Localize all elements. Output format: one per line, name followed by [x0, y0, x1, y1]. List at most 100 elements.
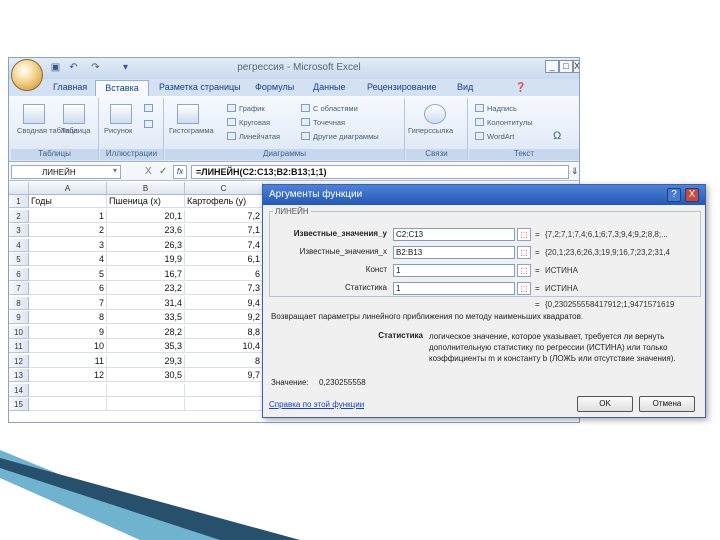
hyperlink-icon[interactable] [424, 104, 446, 124]
cell-b9[interactable]: 33,5 [107, 311, 185, 324]
cell-c13[interactable]: 9,7 [185, 369, 263, 382]
name-box[interactable]: ЛИНЕЙН [11, 165, 121, 179]
cell-a9[interactable]: 8 [29, 311, 107, 324]
symbol-icon[interactable]: Ω [553, 130, 561, 142]
arg-known-x-input[interactable]: B2:B13 [393, 246, 515, 259]
cell-b8[interactable]: 31,4 [107, 296, 185, 310]
cell-a10[interactable]: 9 [29, 325, 107, 339]
cancel-entry-icon[interactable]: X [145, 166, 152, 177]
redo-icon[interactable]: ↷ [89, 61, 102, 74]
row-header[interactable]: 11 [9, 340, 29, 353]
row-header[interactable]: 10 [9, 325, 29, 339]
cell-b4[interactable]: 26,3 [107, 238, 185, 252]
cell-c4[interactable]: 7,4 [185, 238, 263, 252]
cell-a11[interactable]: 10 [29, 340, 107, 353]
row-header[interactable]: 12 [9, 354, 29, 368]
cell-b14[interactable] [107, 383, 185, 397]
cell-b11[interactable]: 35,3 [107, 340, 185, 353]
cell-a6[interactable]: 5 [29, 267, 107, 281]
table-icon[interactable] [63, 104, 85, 124]
row-header[interactable]: 1 [9, 195, 29, 208]
column-header[interactable]: C [185, 182, 263, 195]
cell-a1[interactable]: Годы [29, 195, 107, 208]
cell-b10[interactable]: 28,2 [107, 325, 185, 339]
cell-c3[interactable]: 7,1 [185, 224, 263, 237]
cell-c2[interactable]: 7,2 [185, 209, 263, 223]
area-chart-icon[interactable] [301, 104, 310, 112]
row-header[interactable]: 6 [9, 267, 29, 281]
cell-b7[interactable]: 23,2 [107, 282, 185, 295]
column-chart-icon[interactable] [177, 104, 199, 124]
cell-b13[interactable]: 30,5 [107, 369, 185, 382]
scatter-chart-icon[interactable] [301, 118, 310, 126]
cell-a13[interactable]: 12 [29, 369, 107, 382]
row-header[interactable]: 4 [9, 238, 29, 252]
row-header[interactable]: 14 [9, 383, 29, 397]
cell-a2[interactable]: 1 [29, 209, 107, 223]
cell-c14[interactable] [185, 383, 263, 397]
header-footer-icon[interactable] [475, 118, 484, 126]
customize-toolbar-icon[interactable]: ▾ [119, 61, 132, 74]
cell-b1[interactable]: Пшеница (x) [107, 195, 185, 208]
expand-formula-icon[interactable]: ⇓ [571, 166, 579, 177]
cell-c12[interactable]: 8 [185, 354, 263, 368]
function-help-link[interactable]: Справка по этой функции [269, 400, 364, 409]
cell-c7[interactable]: 7,3 [185, 282, 263, 295]
line-chart-icon[interactable] [227, 104, 236, 112]
collapse-dialog-icon[interactable]: ⬚ [517, 282, 531, 295]
cell-a14[interactable] [29, 383, 107, 397]
cell-a4[interactable]: 3 [29, 238, 107, 252]
row-header[interactable]: 7 [9, 282, 29, 295]
collapse-dialog-icon[interactable]: ⬚ [517, 264, 531, 277]
office-button[interactable] [11, 59, 43, 91]
dialog-help-button[interactable]: ? [667, 188, 681, 202]
name-box-dropdown-icon[interactable]: ▾ [113, 166, 117, 175]
cell-c8[interactable]: 9,4 [185, 296, 263, 310]
insert-function-button[interactable]: fx [173, 165, 187, 179]
column-header[interactable]: B [107, 182, 185, 195]
cell-b15[interactable] [107, 398, 185, 411]
tab-data[interactable]: Данные [313, 82, 346, 92]
cell-c11[interactable]: 10,4 [185, 340, 263, 353]
other-charts-icon[interactable] [301, 132, 310, 140]
tab-view[interactable]: Вид [457, 82, 473, 92]
cell-b2[interactable]: 20,1 [107, 209, 185, 223]
cell-b3[interactable]: 23,6 [107, 224, 185, 237]
help-icon[interactable]: ❓ [515, 82, 526, 93]
close-button[interactable]: X [573, 60, 579, 73]
cell-a3[interactable]: 2 [29, 224, 107, 237]
pivot-table-icon[interactable] [23, 104, 45, 124]
cell-c10[interactable]: 8,8 [185, 325, 263, 339]
maximize-button[interactable]: □ [559, 60, 573, 73]
cell-c5[interactable]: 6,1 [185, 253, 263, 266]
cancel-button[interactable]: Отмена [639, 396, 695, 412]
confirm-entry-icon[interactable]: ✓ [159, 166, 167, 177]
cell-a7[interactable]: 6 [29, 282, 107, 295]
cell-c1[interactable]: Картофель (y) [185, 195, 263, 208]
bar-chart-icon[interactable] [227, 132, 236, 140]
textbox-icon[interactable] [475, 104, 484, 112]
row-header[interactable]: 2 [9, 209, 29, 223]
cell-a12[interactable]: 11 [29, 354, 107, 368]
column-header[interactable]: A [29, 182, 107, 195]
picture-icon[interactable] [110, 104, 132, 124]
undo-icon[interactable]: ↶ [67, 61, 80, 74]
cell-c15[interactable] [185, 398, 263, 411]
dialog-close-button[interactable]: X [685, 188, 699, 202]
cell-c6[interactable]: 6 [185, 267, 263, 281]
formula-input[interactable]: =ЛИНЕЙН(C2:C13;B2:B13;1;1) [191, 165, 569, 179]
shapes-icon[interactable] [144, 120, 153, 128]
collapse-dialog-icon[interactable]: ⬚ [517, 246, 531, 259]
clipart-icon[interactable] [144, 104, 153, 112]
cell-b5[interactable]: 19,9 [107, 253, 185, 266]
cell-a8[interactable]: 7 [29, 296, 107, 310]
arg-known-y-input[interactable]: C2:C13 [393, 228, 515, 241]
cell-c9[interactable]: 9,2 [185, 311, 263, 324]
minimize-button[interactable]: _ [545, 60, 559, 73]
arg-const-input[interactable]: 1 [393, 264, 515, 277]
wordart-icon[interactable] [475, 132, 484, 140]
tab-formulas[interactable]: Формулы [255, 82, 294, 92]
row-header[interactable]: 5 [9, 253, 29, 266]
cell-a5[interactable]: 4 [29, 253, 107, 266]
tab-review[interactable]: Рецензирование [367, 82, 437, 92]
